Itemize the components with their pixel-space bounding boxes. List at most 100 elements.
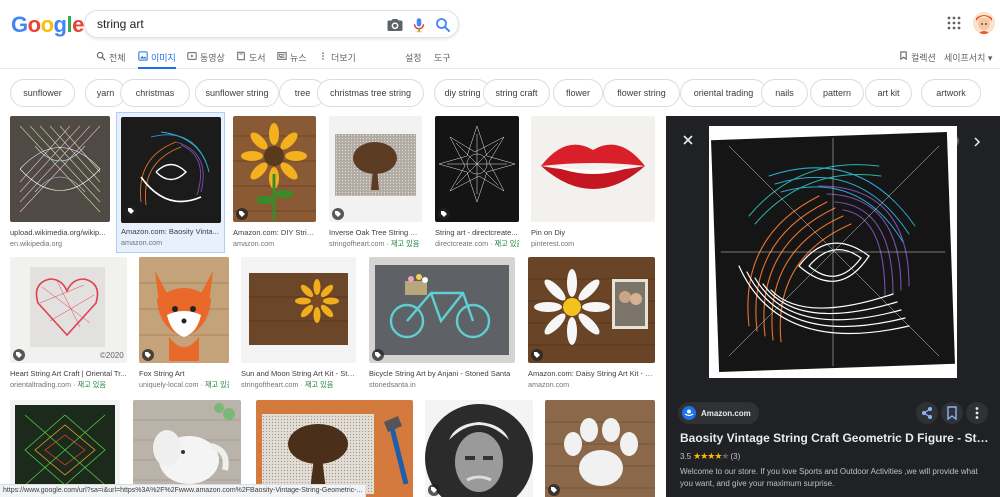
result-title[interactable]: Fox String Art bbox=[139, 369, 229, 378]
browser-status-url: https://www.google.com/url?sa=i&url=http… bbox=[0, 484, 367, 497]
chip[interactable]: string craft bbox=[483, 79, 550, 107]
safesearch-dropdown[interactable]: 세이프서치 ▾ bbox=[944, 51, 992, 64]
camera-icon[interactable] bbox=[386, 16, 404, 34]
tools-link[interactable]: 도구 bbox=[434, 51, 451, 64]
product-tag-icon bbox=[13, 349, 25, 361]
product-tag-icon bbox=[548, 484, 560, 496]
result-title[interactable]: Amazon.com: Daisy String Art Kit - S... bbox=[528, 369, 655, 378]
tab-books[interactable]: 도서 bbox=[236, 51, 266, 69]
result-thumbnail[interactable] bbox=[241, 257, 356, 363]
result-source: en.wikipedia.org bbox=[10, 239, 62, 248]
chip[interactable]: artwork bbox=[921, 79, 981, 107]
account-avatar[interactable] bbox=[973, 12, 995, 34]
save-to-collection-button[interactable] bbox=[941, 402, 963, 424]
search-input[interactable] bbox=[97, 15, 377, 33]
apps-grid-icon[interactable] bbox=[947, 16, 961, 30]
settings-link[interactable]: 설정 bbox=[405, 51, 422, 64]
news-icon bbox=[277, 52, 287, 60]
result-card[interactable] bbox=[10, 400, 120, 497]
result-card[interactable] bbox=[133, 400, 241, 497]
product-tag-icon bbox=[236, 208, 248, 220]
tab-videos[interactable]: 동영상 bbox=[187, 51, 225, 69]
result-thumbnail[interactable] bbox=[531, 116, 655, 222]
bookmark-icon bbox=[947, 406, 957, 421]
chip[interactable]: pattern bbox=[810, 79, 864, 107]
collections-link[interactable]: 컬렉션 bbox=[899, 51, 936, 64]
result-source: pinterest.com bbox=[531, 239, 575, 248]
result-thumbnail[interactable] bbox=[329, 116, 422, 222]
share-button[interactable] bbox=[916, 402, 938, 424]
result-thumbnail[interactable] bbox=[425, 400, 533, 497]
chip[interactable]: flower string bbox=[603, 79, 680, 107]
result-card[interactable] bbox=[425, 400, 533, 497]
result-thumbnail[interactable] bbox=[256, 400, 413, 497]
in-stock-label: 재고 있음 bbox=[204, 380, 229, 389]
result-card[interactable]: Amazon.com: Daisy String Art Kit - S... … bbox=[528, 257, 655, 391]
preview-title[interactable]: Baosity Vintage String Craft Geometric D… bbox=[680, 431, 990, 445]
chip[interactable]: christmas tree string bbox=[317, 79, 424, 107]
result-thumbnail[interactable] bbox=[545, 400, 655, 497]
result-card[interactable]: Sun and Moon String Art Kit - Stri... st… bbox=[241, 257, 356, 391]
result-thumbnail[interactable] bbox=[139, 257, 229, 363]
result-thumbnail[interactable] bbox=[133, 400, 241, 497]
result-thumbnail[interactable] bbox=[528, 257, 655, 363]
tab-images[interactable]: 이미지 bbox=[138, 51, 176, 69]
result-thumbnail[interactable] bbox=[369, 257, 515, 363]
result-card[interactable]: Inverse Oak Tree String Ar... stringofhe… bbox=[329, 116, 422, 250]
result-title[interactable]: upload.wikimedia.org/wikip... bbox=[10, 228, 110, 237]
related-search-chips: sunflower yarn christmas sunflower strin… bbox=[10, 79, 1000, 107]
result-thumbnail[interactable]: ©2020 bbox=[10, 257, 127, 363]
result-title[interactable]: Sun and Moon String Art Kit - Stri... bbox=[241, 369, 356, 378]
result-title[interactable]: Amazon.com: DIY Strin... bbox=[233, 228, 316, 237]
rating-count: (3) bbox=[730, 452, 741, 461]
chip[interactable]: flower bbox=[553, 79, 603, 107]
product-tag-icon bbox=[428, 484, 440, 496]
result-title[interactable]: Heart String Art Craft | Oriental Tr... bbox=[10, 369, 127, 378]
result-thumbnail[interactable] bbox=[10, 116, 110, 222]
chip[interactable]: sunflower bbox=[10, 79, 75, 107]
source-domain: stringoftheart.com bbox=[241, 380, 299, 389]
tab-more[interactable]: 더보기 bbox=[318, 51, 356, 69]
chip[interactable]: nails bbox=[761, 79, 808, 107]
result-title[interactable]: String art - directcreate... bbox=[435, 228, 519, 237]
google-logo[interactable]: Google bbox=[11, 12, 84, 38]
search-box bbox=[84, 10, 459, 38]
result-card[interactable]: String art - directcreate... directcreat… bbox=[435, 116, 519, 250]
logo-letter: G bbox=[11, 12, 28, 37]
tab-news[interactable]: 뉴스 bbox=[277, 51, 307, 69]
result-card[interactable]: Pin on Diy pinterest.com bbox=[531, 116, 655, 250]
source-site-link[interactable]: Amazon.com bbox=[678, 402, 759, 424]
logo-letter: o bbox=[40, 12, 54, 37]
result-card[interactable] bbox=[545, 400, 655, 497]
result-source: amazon.com bbox=[121, 238, 163, 247]
preview-image[interactable] bbox=[709, 126, 957, 378]
result-thumbnail[interactable] bbox=[10, 400, 120, 497]
result-thumbnail[interactable] bbox=[435, 116, 519, 222]
mic-icon[interactable] bbox=[410, 16, 428, 34]
result-title[interactable]: Amazon.com: Baosity Vinta... bbox=[121, 227, 222, 236]
result-thumbnail[interactable] bbox=[233, 116, 316, 222]
result-card-selected[interactable]: Amazon.com: Baosity Vinta... amazon.com bbox=[116, 112, 225, 253]
close-icon[interactable] bbox=[682, 133, 694, 145]
source-domain: stringofheart.com bbox=[329, 239, 385, 248]
result-card[interactable] bbox=[256, 400, 413, 497]
result-card[interactable]: Bicycle String Art by Anjani - Stoned Sa… bbox=[369, 257, 515, 391]
chip[interactable]: sunflower string bbox=[195, 79, 279, 107]
result-source: orientaltrading.com · 재고 있음 bbox=[10, 380, 106, 389]
result-title[interactable]: Bicycle String Art by Anjani - Stoned Sa… bbox=[369, 369, 515, 378]
result-card[interactable]: ©2020 Heart String Art Craft | Oriental … bbox=[10, 257, 127, 391]
logo-letter: e bbox=[72, 12, 84, 37]
result-card[interactable]: Amazon.com: DIY Strin... amazon.com bbox=[233, 116, 316, 250]
result-card[interactable]: upload.wikimedia.org/wikip... en.wikiped… bbox=[10, 116, 110, 250]
chip[interactable]: art kit bbox=[865, 79, 912, 107]
search-icon[interactable] bbox=[434, 16, 452, 34]
more-options-button[interactable] bbox=[966, 402, 988, 424]
tab-all[interactable]: 전체 bbox=[96, 51, 126, 69]
result-title[interactable]: Pin on Diy bbox=[531, 228, 655, 237]
chip[interactable]: oriental trading bbox=[680, 79, 767, 107]
result-title[interactable]: Inverse Oak Tree String Ar... bbox=[329, 228, 422, 237]
more-vert-icon bbox=[975, 407, 979, 419]
chip[interactable]: christmas bbox=[120, 79, 190, 107]
result-card[interactable]: Fox String Art uniquely-local.com · 재고 있… bbox=[139, 257, 229, 391]
next-image-button[interactable] bbox=[971, 135, 983, 147]
